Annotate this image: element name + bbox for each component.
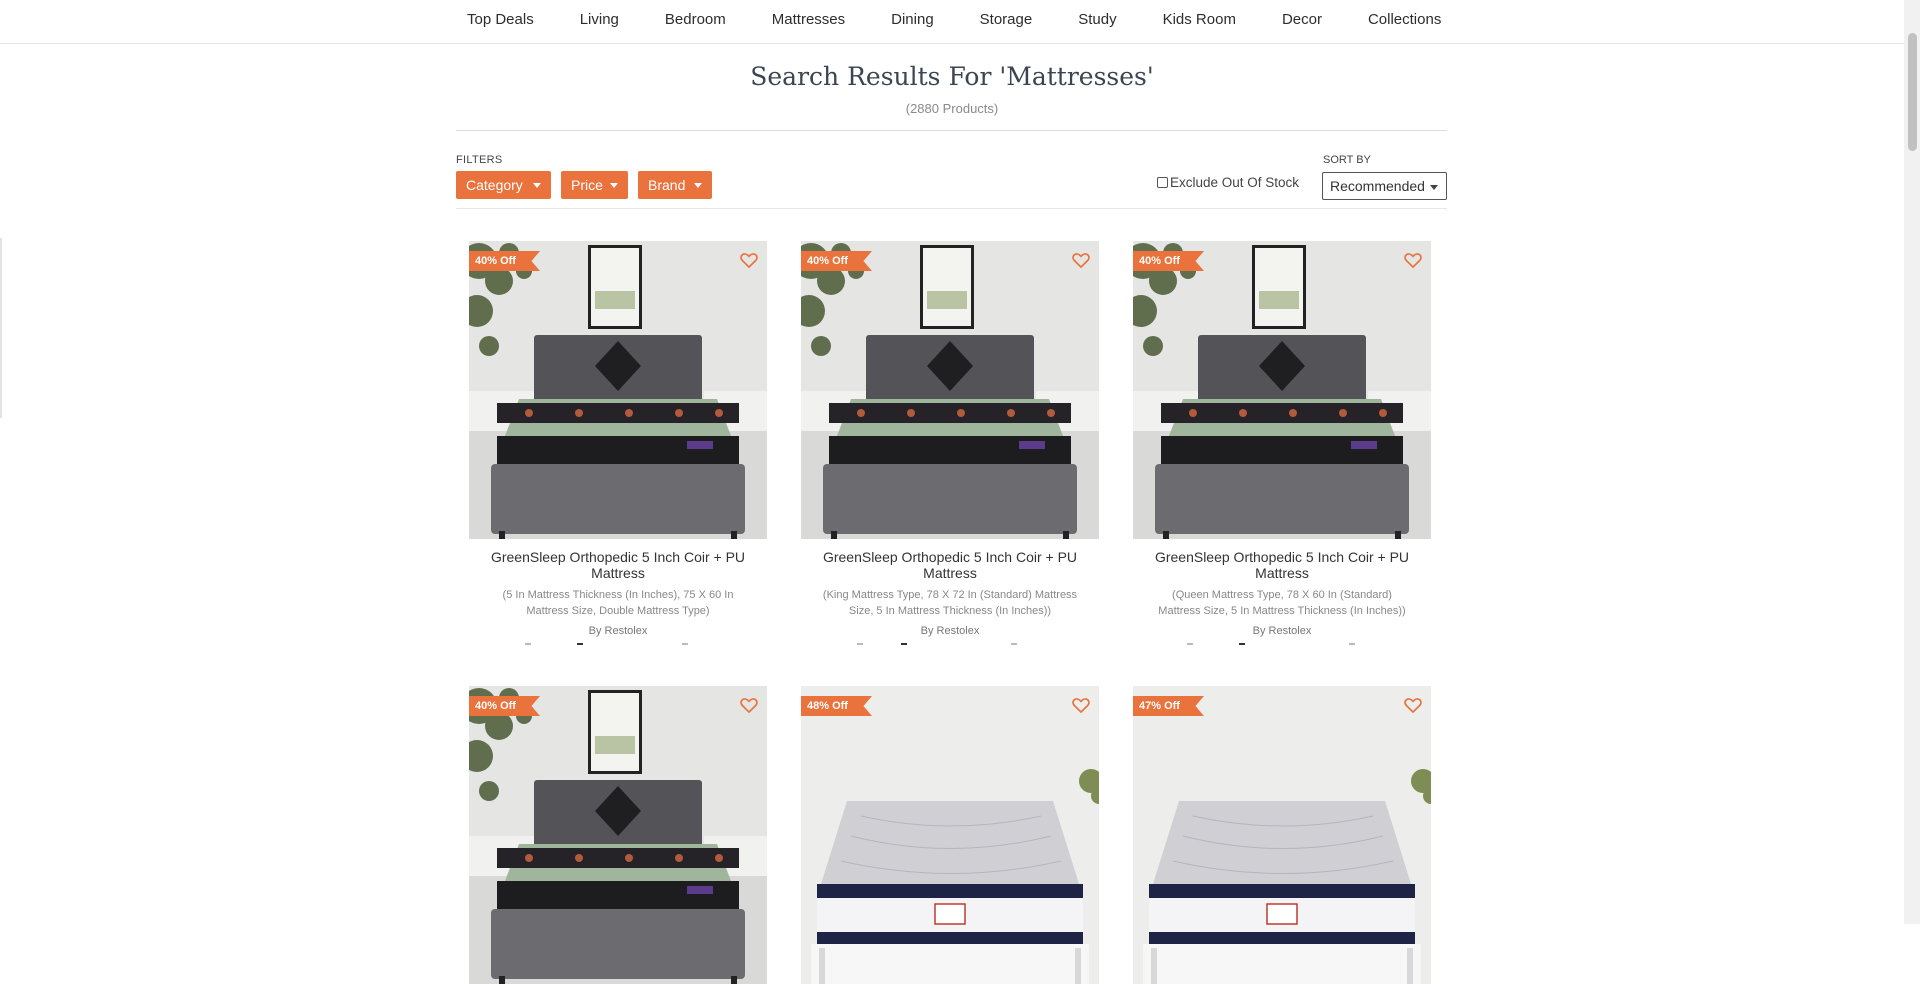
exclude-out-of-stock-label: Exclude Out Of Stock — [1170, 175, 1300, 190]
caret-down-icon — [1430, 185, 1438, 190]
page-scrollbar[interactable] — [1904, 0, 1920, 924]
heart-icon[interactable] — [739, 695, 759, 715]
discount-badge: 40% Off — [469, 696, 540, 716]
divider — [456, 130, 1447, 131]
sort-value: Recommended — [1330, 178, 1425, 194]
product-card[interactable]: 40% Off — [469, 686, 767, 984]
caret-down-icon — [610, 183, 618, 188]
sort-label: SORT BY — [1323, 154, 1371, 166]
heart-icon[interactable] — [1403, 695, 1423, 715]
product-description: (5 In Mattress Thickness (In Inches), 75… — [502, 589, 734, 617]
product-image[interactable]: 40% Off — [469, 686, 767, 984]
discount-badge: 40% Off — [1133, 251, 1204, 271]
product-description: (Queen Mattress Type, 78 X 60 In (Standa… — [1158, 589, 1406, 617]
nav-item-kids-room[interactable]: Kids Room — [1163, 11, 1236, 28]
nav-item-bedroom[interactable]: Bedroom — [665, 11, 726, 28]
product-photo-bed — [469, 241, 767, 539]
divider — [456, 208, 1447, 209]
heart-icon[interactable] — [1071, 250, 1091, 270]
exclude-out-of-stock-checkbox[interactable] — [1157, 177, 1168, 188]
product-image[interactable]: 40% Off — [801, 241, 1099, 539]
discount-badge: 47% Off — [1133, 696, 1204, 716]
left-edge-tab — [0, 238, 2, 418]
product-brand: By Restolex — [920, 625, 980, 637]
heart-icon[interactable] — [1071, 695, 1091, 715]
product-photo-bed — [801, 241, 1099, 539]
product-card[interactable]: 47% Off — [1133, 686, 1431, 984]
product-brand: By Restolex — [1252, 625, 1312, 637]
brand-filter-button[interactable]: Brand — [638, 171, 712, 199]
swatch-indicators — [801, 643, 1099, 649]
product-image[interactable]: 40% Off — [469, 241, 767, 539]
brand-filter-label: Brand — [648, 177, 686, 193]
nav-item-collections[interactable]: Collections — [1368, 11, 1441, 28]
exclude-out-of-stock[interactable]: Exclude Out Of Stock — [1157, 175, 1299, 190]
swatch-indicators — [1133, 643, 1431, 649]
product-title[interactable]: GreenSleep Orthopedic 5 Inch Coir + PU M… — [1133, 549, 1431, 581]
product-image[interactable]: 40% Off — [1133, 241, 1431, 539]
discount-badge: 40% Off — [469, 251, 540, 271]
search-title: Search Results For 'Mattresses' — [750, 62, 1154, 91]
product-description: (King Mattress Type, 78 X 72 In (Standar… — [822, 589, 1078, 617]
filters-label: FILTERS — [456, 154, 503, 166]
discount-badge: 40% Off — [801, 251, 872, 271]
price-filter-button[interactable]: Price — [561, 171, 628, 199]
product-photo-bed — [469, 686, 767, 984]
product-card[interactable]: 40% Off GreenSleep Orthopedic 5 Inch Coi… — [469, 241, 767, 649]
sort-select[interactable]: Recommended — [1322, 172, 1447, 200]
nav-items: Top Deals Living Bedroom Mattresses Dini… — [467, 11, 1441, 28]
product-brand: By Restolex — [588, 625, 648, 637]
nav-item-living[interactable]: Living — [580, 11, 619, 28]
caret-down-icon — [694, 183, 702, 188]
nav-item-storage[interactable]: Storage — [980, 11, 1033, 28]
product-photo-mattress — [1133, 686, 1431, 984]
scrollbar-thumb[interactable] — [1908, 33, 1917, 151]
heart-icon[interactable] — [739, 250, 759, 270]
caret-down-icon — [533, 183, 541, 188]
nav-item-dining[interactable]: Dining — [891, 11, 934, 28]
product-photo-bed — [1133, 241, 1431, 539]
top-navigation: Top Deals Living Bedroom Mattresses Dini… — [0, 0, 1904, 44]
discount-badge: 48% Off — [801, 696, 872, 716]
nav-item-study[interactable]: Study — [1078, 11, 1116, 28]
product-image[interactable]: 48% Off — [801, 686, 1099, 984]
product-title[interactable]: GreenSleep Orthopedic 5 Inch Coir + PU M… — [801, 549, 1099, 581]
price-filter-label: Price — [571, 177, 603, 193]
product-card[interactable]: 40% Off GreenSleep Orthopedic 5 Inch Coi… — [801, 241, 1099, 649]
product-count: (2880 Products) — [905, 101, 999, 116]
nav-item-decor[interactable]: Decor — [1282, 11, 1322, 28]
swatch-indicators — [469, 643, 767, 649]
product-photo-mattress — [801, 686, 1099, 984]
nav-item-top-deals[interactable]: Top Deals — [467, 11, 534, 28]
category-filter-button[interactable]: Category — [456, 171, 551, 199]
category-filter-label: Category — [466, 177, 523, 193]
product-image[interactable]: 47% Off — [1133, 686, 1431, 984]
product-card[interactable]: 48% Off — [801, 686, 1099, 984]
product-title[interactable]: GreenSleep Orthopedic 5 Inch Coir + PU M… — [469, 549, 767, 581]
nav-item-mattresses[interactable]: Mattresses — [772, 11, 845, 28]
product-card[interactable]: 40% Off GreenSleep Orthopedic 5 Inch Coi… — [1133, 241, 1431, 649]
heart-icon[interactable] — [1403, 250, 1423, 270]
